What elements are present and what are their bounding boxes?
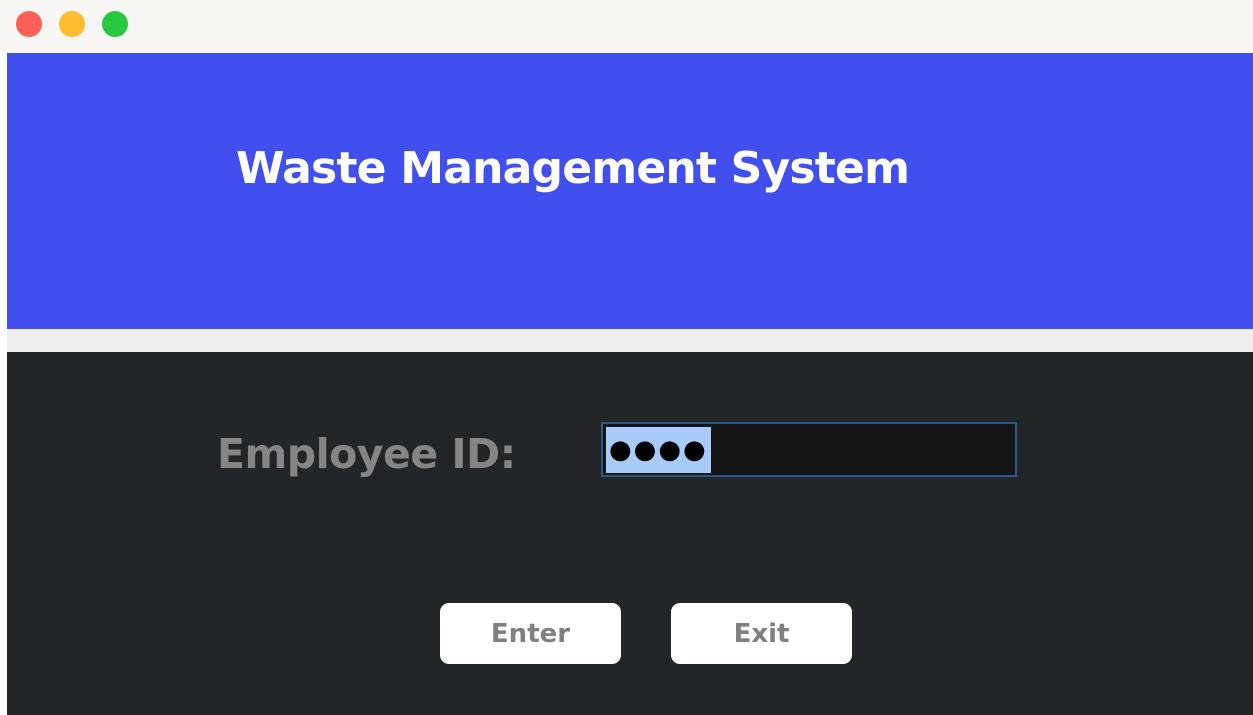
enter-button[interactable]: Enter xyxy=(440,603,621,664)
close-window-button[interactable] xyxy=(16,11,42,37)
app-window: Waste Management System Employee ID: ●●●… xyxy=(0,0,1253,715)
section-divider xyxy=(7,329,1253,352)
header-banner: Waste Management System xyxy=(7,53,1253,329)
maximize-window-button[interactable] xyxy=(102,11,128,37)
employee-id-label: Employee ID: xyxy=(217,430,516,478)
title-bar xyxy=(0,0,1253,53)
login-panel: Employee ID: ●●●● Enter Exit xyxy=(7,352,1253,715)
minimize-window-button[interactable] xyxy=(59,11,85,37)
exit-button[interactable]: Exit xyxy=(671,603,852,664)
app-title: Waste Management System xyxy=(236,143,910,194)
employee-id-field[interactable]: ●●●● xyxy=(601,422,1017,477)
employee-id-masked-value: ●●●● xyxy=(606,427,711,473)
